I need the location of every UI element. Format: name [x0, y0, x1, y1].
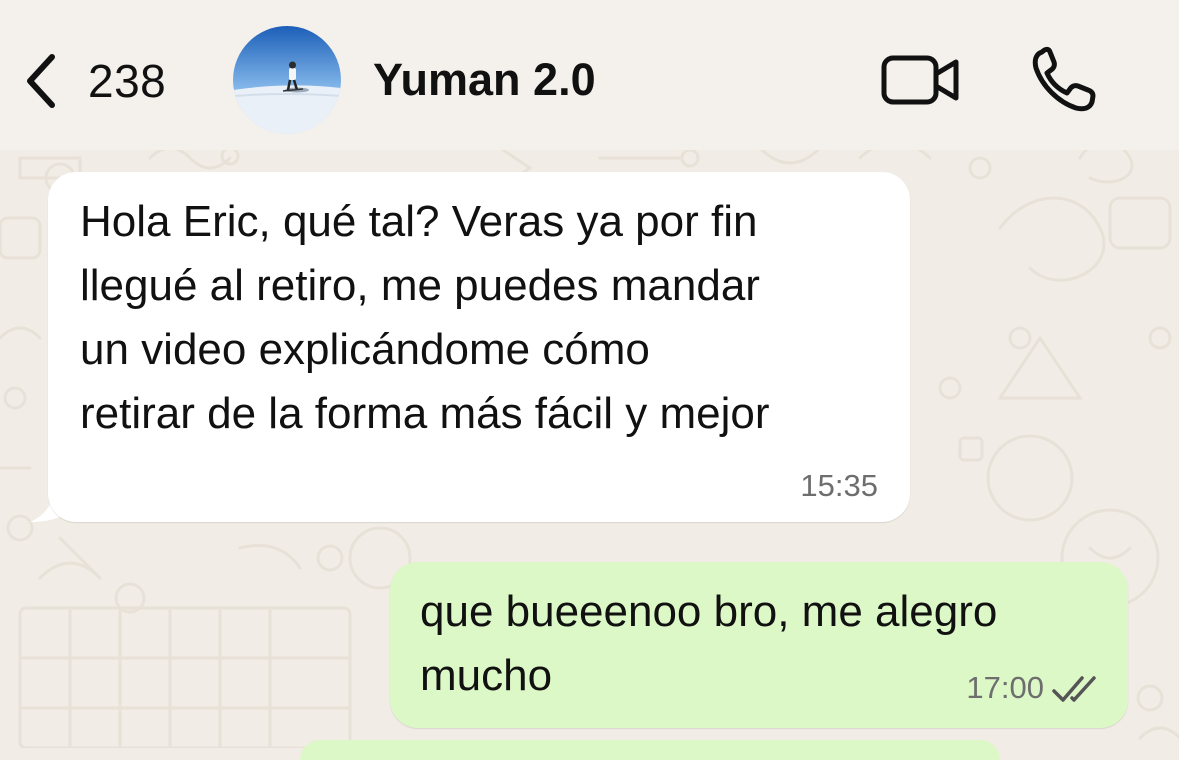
contact-name[interactable]: Yuman 2.0 — [373, 54, 596, 106]
unread-count: 238 — [88, 55, 167, 107]
avatar[interactable] — [233, 26, 341, 134]
phone-icon — [1032, 46, 1096, 112]
incoming-message-bubble[interactable]: Hola Eric, qué tal? Veras ya por fin lle… — [48, 172, 910, 522]
avatar-image — [233, 26, 341, 134]
back-button[interactable]: 238 — [22, 48, 192, 114]
double-check-icon — [1052, 676, 1096, 702]
message-time: 17:00 — [966, 670, 1044, 705]
video-call-button[interactable] — [880, 52, 962, 108]
video-camera-icon — [881, 55, 959, 105]
next-message-bubble-edge — [300, 740, 1000, 760]
outgoing-message-bubble[interactable]: que bueeenoo bro, me alegro mucho 17:00 — [390, 562, 1128, 728]
message-time: 15:35 — [800, 468, 878, 503]
chat-header: 238 Yuman 2.0 — [0, 0, 1179, 150]
message-text: Hola Eric, qué tal? Veras ya por fin lle… — [80, 197, 770, 438]
voice-call-button[interactable] — [1030, 46, 1100, 112]
chevron-left-icon — [27, 54, 55, 108]
